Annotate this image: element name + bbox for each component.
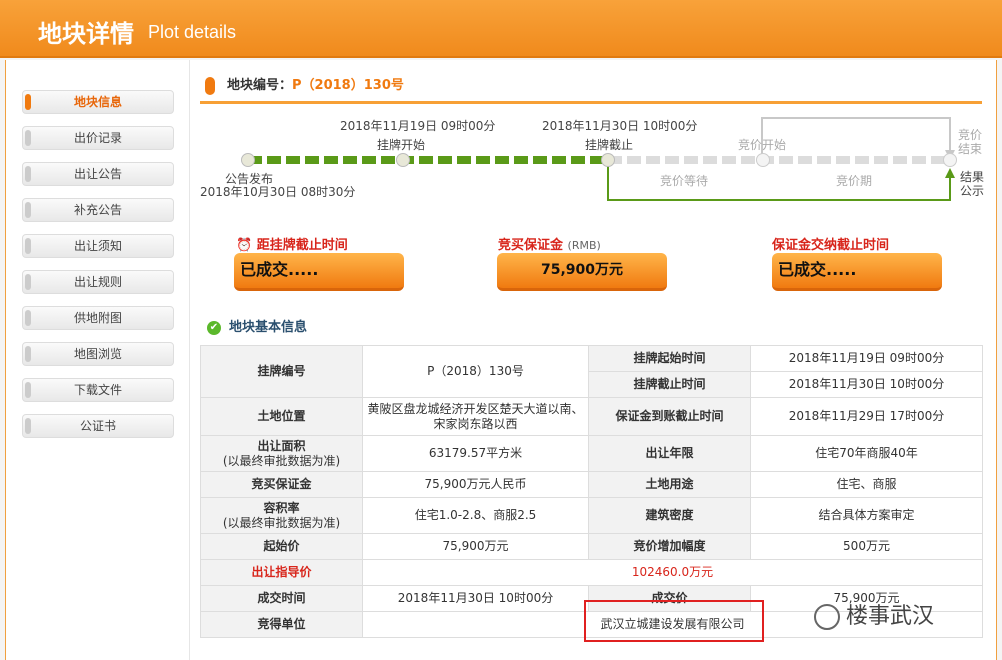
timeline-date-announce: 2018年10月30日 08时30分 <box>200 185 356 199</box>
timeline-date-listing-start: 2018年11月19日 09时00分 <box>340 119 496 133</box>
table-row: 土地位置 黄陂区盘龙城经济开发区楚天大道以南、宋家岗东路以西 保证金到账截止时间… <box>200 397 983 436</box>
table-label: 竞得单位 <box>200 611 363 638</box>
timeline-date-listing-end: 2018年11月30日 10时00分 <box>542 119 698 133</box>
wechat-logo-icon <box>814 604 840 630</box>
deposit-value-box: 75,900万元 <box>497 253 667 291</box>
table-value: 2018年11月19日 09时00分 <box>750 345 983 372</box>
table-row: 出让指导价 102460.0万元 <box>200 559 983 586</box>
table-label-main: 出让面积 <box>257 438 306 453</box>
table-label: 出让指导价 <box>200 559 363 586</box>
timeline-node-bid-start <box>756 153 770 167</box>
table-label-main: 容积率 <box>263 500 300 515</box>
table-row: 出让面积 (以最终审批数据为准) 63179.57平方米 出让年限 住宅70年商服… <box>200 435 983 472</box>
timeline-node-bid-end <box>943 153 957 167</box>
deposit-deadline-value: 已成交..... <box>778 260 857 279</box>
table-label: 容积率 (以最终审批数据为准) <box>200 497 363 534</box>
table-value: 63179.57平方米 <box>362 435 589 472</box>
timeline-label-listing-start: 挂牌开始 <box>377 138 426 152</box>
table-label: 土地用途 <box>588 471 751 498</box>
table-label: 挂牌起始时间 <box>588 345 751 372</box>
table-row: 起始价 75,900万元 竞价增加幅度 500万元 <box>200 533 983 560</box>
table-value: 75,900万元人民币 <box>362 471 589 498</box>
table-label: 出让年限 <box>588 435 751 472</box>
table-row: 挂牌编号 P（2018）130号 挂牌起始时间 2018年11月19日 09时0… <box>200 345 983 398</box>
table-label: 土地位置 <box>200 397 363 436</box>
timeline-node-listing-start <box>396 153 410 167</box>
table-value: 75,900万元 <box>362 533 589 560</box>
table-value: 黄陂区盘龙城经济开发区楚天大道以南、宋家岗东路以西 <box>362 397 589 436</box>
alarm-clock-icon: ⏰ <box>236 238 253 253</box>
basic-info-heading: ✔ 地块基本信息 <box>207 316 307 335</box>
table-label: 挂牌编号 <box>200 345 363 398</box>
timeline-node-announce <box>241 153 255 167</box>
table-value: P（2018）130号 <box>362 345 589 398</box>
timeline-label-listing-end: 挂牌截止 <box>585 138 634 152</box>
deadline-value: 已成交..... <box>240 260 319 279</box>
table-label: 竞买保证金 <box>200 471 363 498</box>
table-value: 住宅70年商服40年 <box>750 435 983 472</box>
table-value: 2018年11月30日 10时00分 <box>362 585 589 612</box>
table-value: 结合具体方案审定 <box>750 497 983 534</box>
deposit-label: 竞买保证金 (RMB) <box>498 234 601 253</box>
table-label: 起始价 <box>200 533 363 560</box>
plot-info-table: 挂牌编号 P（2018）130号 挂牌起始时间 2018年11月19日 09时0… <box>200 345 983 638</box>
deadline-value-box: 已成交..... <box>234 253 404 291</box>
table-label: 成交时间 <box>200 585 363 612</box>
timeline-node-listing-end <box>601 153 615 167</box>
table-value: 住宅、商服 <box>750 471 983 498</box>
table-label-note: (以最终审批数据为准) <box>222 515 341 530</box>
deadline-label: ⏰ 距挂牌截止时间 <box>236 234 348 253</box>
timeline-label-bid-end-2: 结束 <box>958 142 983 156</box>
table-value: 2018年11月29日 17时00分 <box>750 397 983 436</box>
deposit-deadline-label: 保证金交纳截止时间 <box>772 238 890 253</box>
timeline-label-bid-period: 竞价期 <box>836 174 873 188</box>
table-label: 竞价增加幅度 <box>588 533 751 560</box>
deposit-unit: (RMB) <box>567 239 601 252</box>
table-value: 2018年11月30日 10时00分 <box>750 371 983 398</box>
table-value: 102460.0万元 <box>362 559 983 586</box>
table-label: 挂牌截止时间 <box>588 371 751 398</box>
highlight-box <box>584 600 764 642</box>
deposit-deadline-value-box: 已成交..... <box>772 253 942 291</box>
basic-info-title: 地块基本信息 <box>229 320 308 335</box>
timeline-label-bid-start: 竞价开始 <box>738 138 787 152</box>
deadline-label-text: 距挂牌截止时间 <box>256 238 348 253</box>
table-row: 容积率 (以最终审批数据为准) 住宅1.0-2.8、商服2.5 建筑密度 结合具体… <box>200 497 983 534</box>
check-circle-icon: ✔ <box>207 320 221 335</box>
watermark-text: 楼事武汉 <box>846 604 935 629</box>
table-label: 建筑密度 <box>588 497 751 534</box>
table-value: 500万元 <box>750 533 983 560</box>
timeline-label-result-2: 公示 <box>960 184 985 198</box>
table-row: 竞买保证金 75,900万元人民币 土地用途 住宅、商服 <box>200 471 983 498</box>
table-label: 出让面积 (以最终审批数据为准) <box>200 435 363 472</box>
deposit-label-text: 竞买保证金 <box>498 238 564 253</box>
timeline-label-bid-wait: 竞价等待 <box>660 174 709 188</box>
table-label: 保证金到账截止时间 <box>588 397 751 436</box>
deposit-value: 75,900万元 <box>540 262 624 278</box>
table-label-note: (以最终审批数据为准) <box>222 453 341 468</box>
table-value: 住宅1.0-2.8、商服2.5 <box>362 497 589 534</box>
watermark: 楼事武汉 <box>814 598 934 630</box>
